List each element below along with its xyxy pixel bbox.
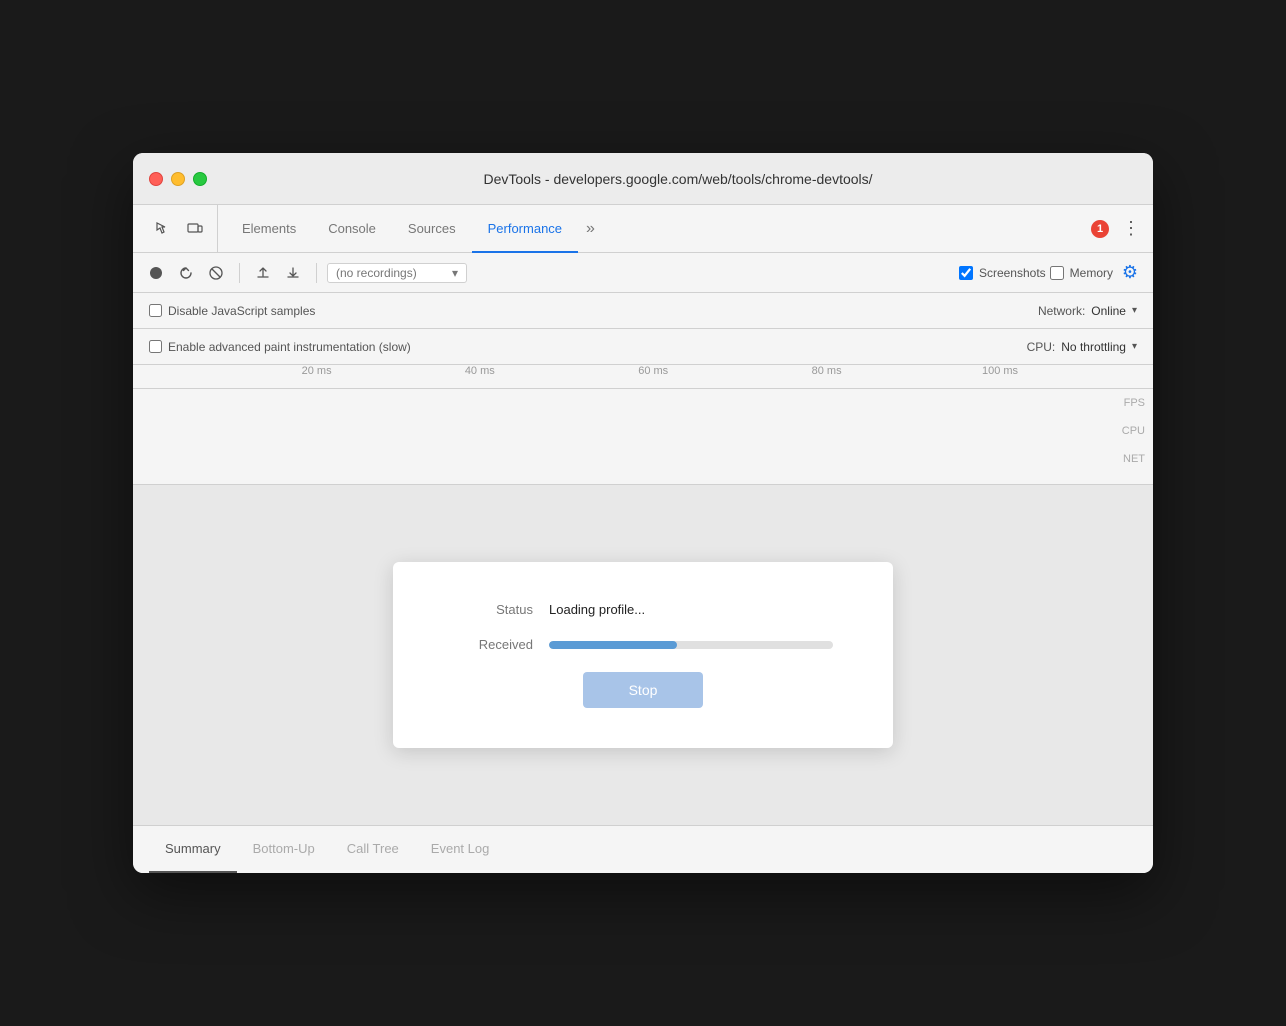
minimize-button[interactable]: [171, 172, 185, 186]
memory-checkbox-group: Memory: [1050, 266, 1113, 280]
performance-toolbar: (no recordings) ▾ Screenshots Memory ⚙: [133, 253, 1153, 293]
disable-js-checkbox[interactable]: [149, 304, 162, 317]
loading-dialog: Status Loading profile... Received Stop: [393, 562, 893, 748]
tab-event-log[interactable]: Event Log: [415, 826, 506, 873]
upload-button[interactable]: [250, 260, 276, 286]
titlebar: DevTools - developers.google.com/web/too…: [133, 153, 1153, 205]
devtools-icons: [141, 205, 218, 252]
tab-performance[interactable]: Performance: [472, 206, 578, 253]
cpu-track: CPU: [133, 417, 1153, 445]
bottom-tabs: Summary Bottom-Up Call Tree Event Log: [133, 825, 1153, 873]
time-label-80ms: 80 ms: [812, 365, 842, 377]
enable-paint-setting: Enable advanced paint instrumentation (s…: [149, 340, 411, 354]
status-value: Loading profile...: [549, 602, 645, 617]
status-label: Status: [453, 602, 533, 617]
toolbar-divider-2: [316, 263, 317, 283]
tab-sources[interactable]: Sources: [392, 206, 472, 253]
settings-gear-button[interactable]: ⚙: [1117, 260, 1143, 286]
progress-bar-fill: [549, 641, 677, 649]
progress-bar-container: [549, 641, 833, 649]
time-label-20ms: 20 ms: [302, 365, 332, 377]
stop-button[interactable]: Stop: [583, 672, 703, 708]
toolbar-divider-1: [239, 263, 240, 283]
traffic-lights: [149, 172, 207, 186]
fps-label: FPS: [1124, 397, 1145, 409]
record-button[interactable]: [143, 260, 169, 286]
timeline-ruler: 20 ms 40 ms 60 ms 80 ms 100 ms: [133, 365, 1153, 389]
recordings-dropdown[interactable]: (no recordings) ▾: [327, 263, 467, 283]
more-tabs-button[interactable]: »: [578, 205, 603, 252]
main-content: Status Loading profile... Received Stop: [133, 485, 1153, 825]
settings-row-1: Disable JavaScript samples Network: Onli…: [133, 293, 1153, 329]
cpu-label: CPU: [1122, 425, 1145, 437]
received-label: Received: [453, 637, 533, 652]
status-row: Status Loading profile...: [453, 602, 833, 617]
window-title: DevTools - developers.google.com/web/too…: [219, 171, 1137, 187]
tab-bottom-up[interactable]: Bottom-Up: [237, 826, 331, 873]
screenshots-checkbox-group: Screenshots: [959, 266, 1046, 280]
settings-row-2: Enable advanced paint instrumentation (s…: [133, 329, 1153, 365]
timeline-tracks: FPS CPU NET: [133, 389, 1153, 473]
time-label-100ms: 100 ms: [982, 365, 1018, 377]
time-label-40ms: 40 ms: [465, 365, 495, 377]
error-badge[interactable]: 1: [1091, 220, 1109, 238]
error-icon: 1: [1091, 220, 1109, 238]
tab-elements[interactable]: Elements: [226, 206, 312, 253]
devtools-window: DevTools - developers.google.com/web/too…: [133, 153, 1153, 873]
net-label: NET: [1123, 453, 1145, 465]
memory-checkbox[interactable]: [1050, 266, 1064, 280]
tab-summary[interactable]: Summary: [149, 826, 237, 873]
enable-paint-checkbox[interactable]: [149, 340, 162, 353]
close-button[interactable]: [149, 172, 163, 186]
reload-button[interactable]: [173, 260, 199, 286]
tab-bar: Elements Console Sources Performance » 1…: [133, 205, 1153, 253]
tab-end-actions: 1 ⋮: [1091, 205, 1145, 252]
received-row: Received: [453, 637, 833, 652]
maximize-button[interactable]: [193, 172, 207, 186]
screenshots-checkbox[interactable]: [959, 266, 973, 280]
network-dropdown-group: Network: Online ▾: [1038, 304, 1137, 318]
devtools-menu-button[interactable]: ⋮: [1117, 215, 1145, 243]
download-button[interactable]: [280, 260, 306, 286]
disable-js-setting: Disable JavaScript samples: [149, 304, 315, 318]
network-setting: Network: Online ▾: [1038, 304, 1137, 318]
net-track: NET: [133, 445, 1153, 473]
cpu-setting: CPU: No throttling ▾: [1027, 340, 1137, 354]
clear-button[interactable]: [203, 260, 229, 286]
tab-console[interactable]: Console: [312, 206, 392, 253]
inspect-element-icon[interactable]: [149, 215, 177, 243]
tab-call-tree[interactable]: Call Tree: [331, 826, 415, 873]
time-label-60ms: 60 ms: [638, 365, 668, 377]
fps-track: FPS: [133, 389, 1153, 417]
timeline-area: 20 ms 40 ms 60 ms 80 ms 100 ms FPS CPU N…: [133, 365, 1153, 485]
device-toolbar-icon[interactable]: [181, 215, 209, 243]
